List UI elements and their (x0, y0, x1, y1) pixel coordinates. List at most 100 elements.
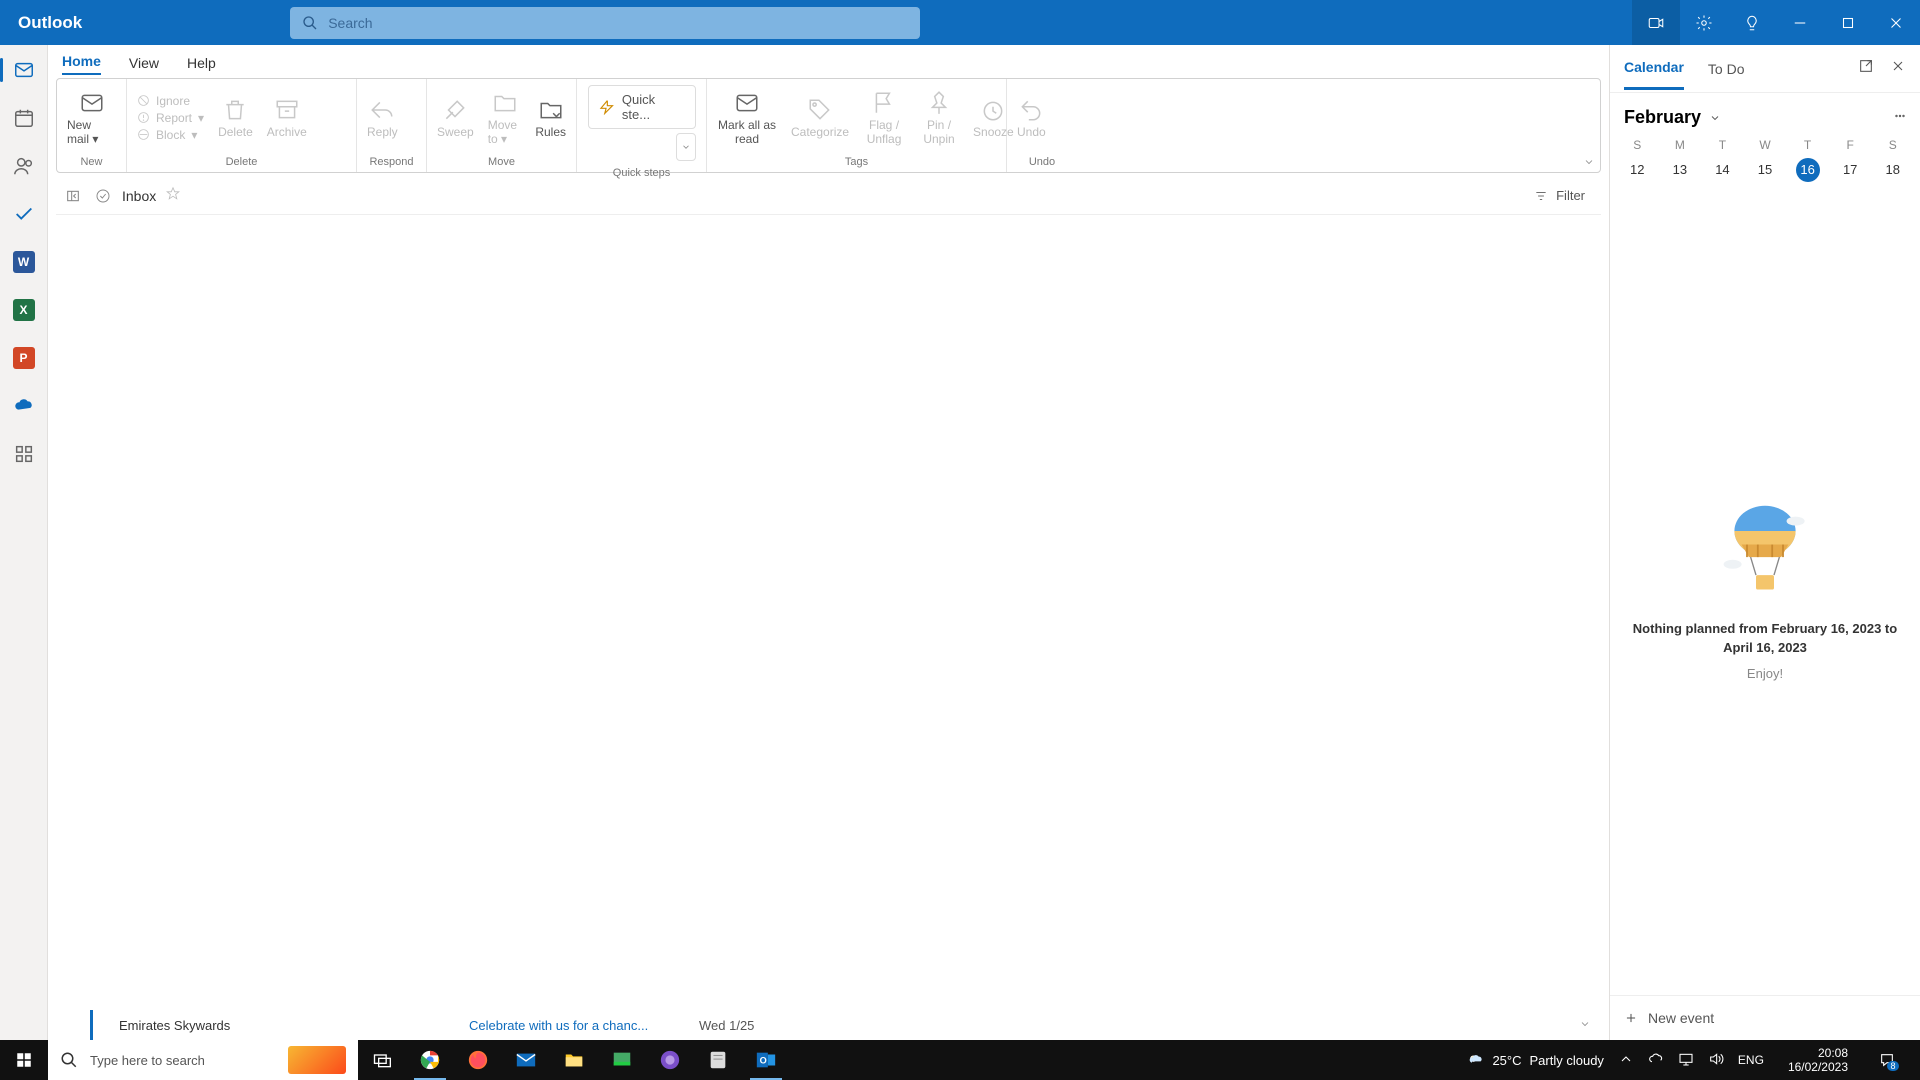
delete-button[interactable]: Delete (218, 97, 253, 139)
taskbar-chrome[interactable] (406, 1040, 454, 1080)
calendar-tab[interactable]: Calendar (1624, 47, 1684, 90)
close-pane-icon[interactable] (1890, 58, 1906, 79)
sender-name: Emirates Skywards (119, 1018, 469, 1033)
taskbar-outlook[interactable]: O (742, 1040, 790, 1080)
tips-button[interactable] (1728, 0, 1776, 45)
rail-powerpoint[interactable]: P (9, 343, 39, 373)
ribbon-group-new: New (57, 156, 126, 172)
day-cell[interactable]: 13 (1659, 156, 1702, 184)
rail-more-apps[interactable] (9, 439, 39, 469)
rail-excel[interactable]: X (9, 295, 39, 325)
taskbar-app3[interactable] (694, 1040, 742, 1080)
report-button[interactable]: Report ▾ (137, 111, 204, 125)
powerpoint-icon: P (13, 347, 35, 369)
title-bar: Outlook (0, 0, 1920, 45)
popout-icon[interactable] (1858, 58, 1874, 79)
rules-button[interactable]: Rules (535, 97, 566, 139)
rail-calendar[interactable] (9, 103, 39, 133)
minimize-button[interactable] (1776, 0, 1824, 45)
filter-button[interactable]: Filter (1534, 188, 1585, 203)
day-cell[interactable]: 14 (1701, 156, 1744, 184)
settings-button[interactable] (1680, 0, 1728, 45)
pin-button[interactable]: Pin / Unpin (919, 90, 959, 146)
mark-read-button[interactable]: Mark all as read (717, 90, 777, 146)
sweep-button[interactable]: Sweep (437, 97, 474, 139)
month-chevron-icon[interactable] (1709, 112, 1721, 124)
select-all-checkbox[interactable] (90, 188, 116, 204)
ribbon-group-respond: Respond (357, 156, 426, 172)
tray-volume-icon[interactable] (1708, 1051, 1724, 1070)
move-to-button[interactable]: Move to ▾ (488, 90, 522, 146)
calendar-more-icon[interactable] (1894, 109, 1906, 127)
meet-now-button[interactable] (1632, 0, 1680, 45)
rail-onedrive[interactable] (9, 391, 39, 421)
tray-chevron-icon[interactable] (1618, 1051, 1634, 1070)
rail-mail[interactable] (9, 55, 39, 85)
tray-clock[interactable]: 20:08 16/02/2023 (1788, 1046, 1848, 1075)
day-cell[interactable]: 12 (1616, 156, 1659, 184)
todo-tab[interactable]: To Do (1708, 49, 1745, 89)
weather-temp: 25°C (1492, 1053, 1521, 1068)
tray-language[interactable]: ENG (1738, 1053, 1764, 1067)
chevron-down-icon[interactable] (1579, 1018, 1591, 1033)
tab-help[interactable]: Help (187, 55, 216, 75)
weather-widget[interactable]: 25°C Partly cloudy (1468, 1052, 1603, 1068)
message-list: Emirates Skywards Celebrate with us for … (48, 215, 1609, 1040)
ignore-button[interactable]: Ignore (137, 94, 204, 108)
title-right-controls (1632, 0, 1920, 45)
undo-button[interactable]: Undo (1017, 97, 1046, 139)
ribbon-group-move: Move (427, 156, 576, 172)
tab-home[interactable]: Home (62, 53, 101, 75)
reply-button[interactable]: Reply (367, 97, 398, 139)
tab-view[interactable]: View (129, 55, 159, 75)
ribbon-collapse[interactable] (1578, 79, 1600, 172)
day-cell[interactable]: 18 (1871, 156, 1914, 184)
other-inbox-row[interactable]: Emirates Skywards Celebrate with us for … (90, 1010, 1601, 1040)
app-name: Outlook (0, 13, 100, 33)
ribbon: New mail ▾ New Ignore Report ▾ Block ▾ D… (56, 78, 1601, 173)
ribbon-group-delete: Delete (127, 156, 356, 172)
search-input[interactable] (318, 15, 908, 31)
day-cell[interactable]: 17 (1829, 156, 1872, 184)
collapse-folder-pane[interactable] (56, 188, 90, 204)
month-name[interactable]: February (1624, 107, 1701, 128)
taskbar-explorer[interactable] (550, 1040, 598, 1080)
quick-steps-expand[interactable] (676, 133, 696, 161)
quick-steps-button[interactable]: Quick ste... (588, 85, 696, 129)
taskbar-mail[interactable] (502, 1040, 550, 1080)
tray-network-icon[interactable] (1678, 1051, 1694, 1070)
taskbar-app1[interactable] (598, 1040, 646, 1080)
tray-onedrive-icon[interactable] (1648, 1051, 1664, 1070)
block-button[interactable]: Block ▾ (137, 128, 204, 142)
rail-word[interactable]: W (9, 247, 39, 277)
new-mail-label: New mail (67, 118, 91, 146)
close-button[interactable] (1872, 0, 1920, 45)
archive-button[interactable]: Archive (267, 97, 307, 139)
ribbon-group-tags: Tags (707, 156, 1006, 172)
agenda-enjoy: Enjoy! (1747, 666, 1783, 681)
svg-text:O: O (760, 1056, 767, 1066)
balloon-illustration (1720, 499, 1810, 599)
day-cell[interactable]: 15 (1744, 156, 1787, 184)
day-cell-today[interactable]: 16 (1786, 156, 1829, 184)
rail-people[interactable] (9, 151, 39, 181)
flag-button[interactable]: Flag / Unflag (863, 90, 905, 146)
start-button[interactable] (0, 1051, 48, 1069)
task-view-button[interactable] (358, 1040, 406, 1080)
rail-todo[interactable] (9, 199, 39, 229)
taskbar-firefox[interactable] (454, 1040, 502, 1080)
inbox-header: Inbox Filter (56, 177, 1601, 215)
agenda-empty-message: Nothing planned from February 16, 2023 t… (1630, 619, 1900, 658)
folder-name: Inbox (122, 188, 156, 204)
categorize-button[interactable]: Categorize (791, 97, 849, 139)
action-center-button[interactable]: 8 (1872, 1052, 1914, 1068)
new-mail-button[interactable]: New mail ▾ (67, 90, 116, 146)
taskbar-search[interactable]: Type here to search (48, 1040, 358, 1080)
new-event-button[interactable]: New event (1610, 995, 1920, 1040)
search-box[interactable] (290, 7, 920, 39)
left-app-rail: W X P (0, 45, 48, 1040)
taskbar-app2[interactable] (646, 1040, 694, 1080)
maximize-button[interactable] (1824, 0, 1872, 45)
clock-time: 20:08 (1788, 1046, 1848, 1060)
favorite-star[interactable] (156, 186, 180, 205)
